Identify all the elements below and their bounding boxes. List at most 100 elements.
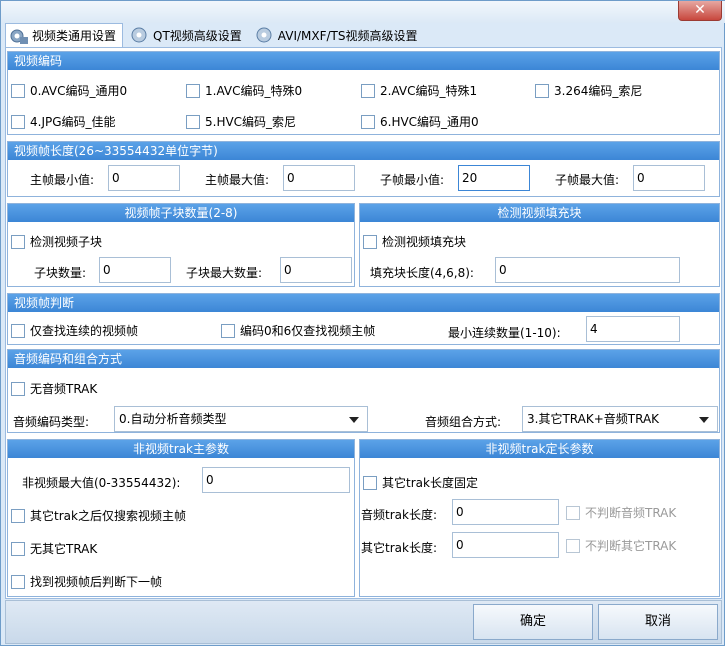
consecutive-only-checkbox[interactable]: 仅查找连续的视频帧: [11, 322, 138, 339]
audio-section: 音频编码和组合方式 无音频TRAK 音频编码类型: 0.自动分析音频类型 音频组…: [7, 349, 720, 433]
checkbox-label: 找到视频帧后判断下一帧: [30, 575, 163, 589]
gear-icon: [129, 25, 151, 45]
main-min-input[interactable]: 0: [108, 165, 180, 191]
close-button[interactable]: ✕: [678, 1, 722, 21]
audio-combine-select[interactable]: 3.其它TRAK+音频TRAK: [522, 406, 718, 432]
checkbox[interactable]: [186, 114, 200, 129]
codec-option-1[interactable]: 1.AVC编码_特殊0: [186, 82, 302, 99]
section-title: 非视频trak主参数: [8, 440, 354, 458]
option-label: 0.AVC编码_通用0: [30, 84, 128, 98]
checkbox[interactable]: [11, 234, 25, 249]
codec06-main-only-checkbox[interactable]: 编码0和6仅查找视频主帧: [221, 322, 375, 339]
checkbox[interactable]: [361, 114, 375, 129]
main-max-input[interactable]: 0: [283, 165, 355, 191]
checkbox-label: 仅查找连续的视频帧: [30, 324, 139, 338]
tab-strip: 视频类通用设置 QT视频高级设置 AVI/MXF/TS视频高级设置: [5, 23, 428, 47]
section-title: 视频帧子块数量(2-8): [8, 204, 354, 222]
checkbox[interactable]: [361, 83, 375, 98]
title-bar: ✕: [1, 1, 725, 23]
option-label: 2.AVC编码_特殊1: [380, 84, 478, 98]
checkbox[interactable]: [11, 83, 25, 98]
section-title: 视频帧判断: [8, 294, 719, 312]
checkbox[interactable]: [11, 114, 25, 129]
section-title: 视频帧长度(26~33554432单位字节): [8, 142, 719, 160]
sub-max-count-input[interactable]: 0: [280, 257, 352, 283]
codec-option-3[interactable]: 3.264编码_索尼: [535, 82, 642, 99]
codec-option-4[interactable]: 4.JPG编码_佳能: [11, 113, 116, 130]
checkbox[interactable]: [11, 323, 25, 338]
checkbox[interactable]: [11, 508, 25, 523]
tab-label: 视频类通用设置: [32, 29, 117, 43]
sub-min-label: 子帧最小值:: [380, 173, 445, 187]
detect-fill-blocks-checkbox[interactable]: 检测视频填充块: [363, 233, 466, 250]
search-main-after-other-checkbox[interactable]: 其它trak之后仅搜索视频主帧: [11, 507, 186, 524]
codec-option-0[interactable]: 0.AVC编码_通用0: [11, 82, 127, 99]
checkbox[interactable]: [11, 574, 25, 589]
checkbox-label: 无其它TRAK: [30, 542, 98, 556]
sub-max-label: 子帧最大值:: [555, 173, 620, 187]
checkbox[interactable]: [186, 83, 200, 98]
sub-max-input[interactable]: 0: [633, 165, 705, 191]
checkbox-label: 其它trak长度固定: [382, 476, 478, 490]
select-value: 0.自动分析音频类型: [119, 412, 227, 426]
non-video-max-input[interactable]: 0: [202, 467, 350, 493]
no-other-trak-checkbox[interactable]: 无其它TRAK: [11, 540, 97, 557]
audio-codec-type-label: 音频编码类型:: [13, 415, 90, 429]
checkbox-label: 不判断音频TRAK: [585, 506, 677, 520]
audio-trak-length-input[interactable]: 0: [452, 499, 559, 525]
tab-video-general[interactable]: 视频类通用设置: [5, 23, 124, 47]
section-title: 非视频trak定长参数: [360, 440, 719, 458]
checkbox-label: 其它trak之后仅搜索视频主帧: [30, 509, 186, 523]
audio-combine-label: 音频组合方式:: [425, 415, 502, 429]
min-consecutive-label: 最小连续数量(1-10):: [448, 326, 561, 340]
tab-avi-mxf-ts-advanced[interactable]: AVI/MXF/TS视频高级设置: [252, 23, 424, 47]
cancel-button[interactable]: 取消: [598, 604, 718, 640]
checkbox[interactable]: [11, 541, 25, 556]
checkbox[interactable]: [363, 475, 377, 490]
chevron-down-icon: [349, 417, 359, 423]
no-judge-other-trak-checkbox[interactable]: 不判断其它TRAK: [566, 537, 676, 554]
checkbox[interactable]: [566, 505, 580, 520]
codec-option-6[interactable]: 6.HVC编码_通用0: [361, 113, 479, 130]
no-judge-audio-trak-checkbox[interactable]: 不判断音频TRAK: [566, 504, 676, 521]
sub-count-input[interactable]: 0: [99, 257, 171, 283]
codec-option-2[interactable]: 2.AVC编码_特殊1: [361, 82, 477, 99]
codec-option-5[interactable]: 5.HVC编码_索尼: [186, 113, 296, 130]
sub-blocks-section: 视频帧子块数量(2-8) 检测视频子块 子块数量: 0 子块最大数量: 0: [7, 203, 355, 287]
sub-min-input[interactable]: 20: [458, 165, 530, 191]
chevron-down-icon: [699, 417, 709, 423]
section-title: 检测视频填充块: [360, 204, 719, 222]
non-video-main-section: 非视频trak主参数 非视频最大值(0-33554432): 0 其它trak之…: [7, 439, 355, 597]
option-label: 6.HVC编码_通用0: [380, 115, 479, 129]
checkbox-label: 不判断其它TRAK: [585, 539, 677, 553]
tab-label: QT视频高级设置: [153, 28, 242, 43]
checkbox[interactable]: [566, 538, 580, 553]
other-trak-length-label: 其它trak长度:: [361, 541, 437, 555]
non-video-max-label: 非视频最大值(0-33554432):: [22, 476, 181, 490]
judge-next-frame-checkbox[interactable]: 找到视频帧后判断下一帧: [11, 573, 162, 590]
section-title: 音频编码和组合方式: [8, 350, 719, 368]
audio-codec-type-select[interactable]: 0.自动分析音频类型: [114, 406, 368, 432]
checkbox-label: 检测视频填充块: [382, 235, 467, 249]
checkbox[interactable]: [535, 83, 549, 98]
detect-sub-blocks-checkbox[interactable]: 检测视频子块: [11, 233, 102, 250]
fill-length-input[interactable]: 0: [495, 257, 680, 283]
checkbox-label: 无音频TRAK: [30, 382, 98, 396]
non-video-fixed-section: 非视频trak定长参数 其它trak长度固定 音频trak长度: 0 不判断音频…: [359, 439, 720, 597]
other-trak-fixed-checkbox[interactable]: 其它trak长度固定: [363, 474, 478, 491]
tab-qt-advanced[interactable]: QT视频高级设置: [127, 23, 248, 47]
sub-max-count-label: 子块最大数量:: [186, 266, 263, 280]
fill-blocks-section: 检测视频填充块 检测视频填充块 填充块长度(4,6,8): 0: [359, 203, 720, 287]
option-label: 5.HVC编码_索尼: [205, 115, 297, 129]
checkbox-label: 检测视频子块: [30, 235, 103, 249]
option-label: 1.AVC编码_特殊0: [205, 84, 303, 98]
option-label: 4.JPG编码_佳能: [30, 115, 116, 129]
checkbox[interactable]: [11, 381, 25, 396]
ok-button[interactable]: 确定: [473, 604, 593, 640]
checkbox[interactable]: [363, 234, 377, 249]
no-audio-trak-checkbox[interactable]: 无音频TRAK: [11, 380, 97, 397]
min-consecutive-input[interactable]: 4: [586, 316, 680, 342]
other-trak-length-input[interactable]: 0: [452, 532, 559, 558]
checkbox[interactable]: [221, 323, 235, 338]
checkbox-label: 编码0和6仅查找视频主帧: [240, 324, 376, 338]
